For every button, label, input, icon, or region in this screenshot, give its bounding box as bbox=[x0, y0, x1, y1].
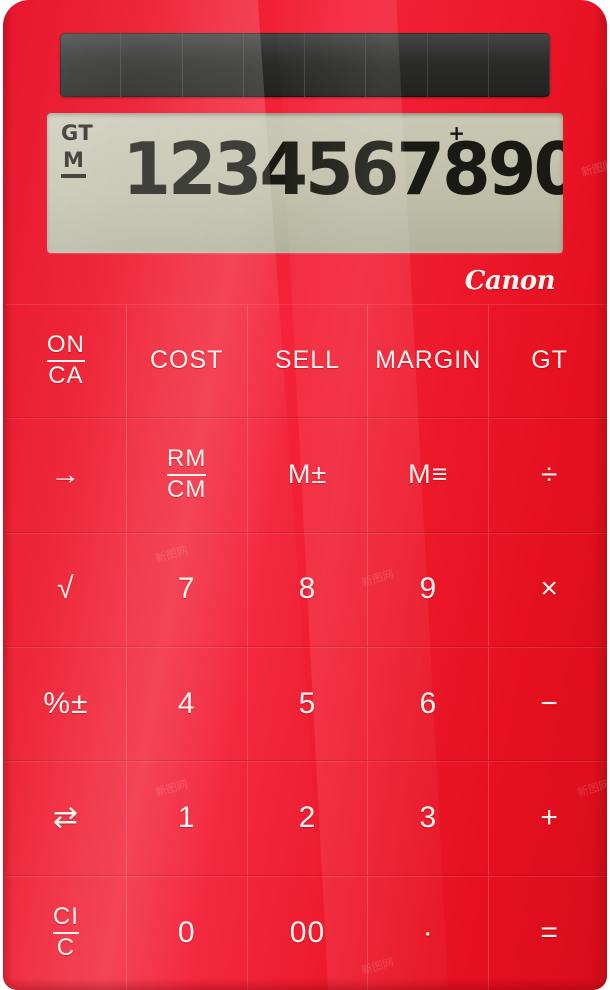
key-4[interactable]: 4 bbox=[126, 647, 248, 762]
key-1-label: 1 bbox=[177, 800, 196, 834]
key-ci-c[interactable]: CI C bbox=[6, 875, 127, 990]
key-sell-label: SELL bbox=[274, 346, 341, 375]
solar-cell bbox=[488, 33, 550, 97]
solar-panel bbox=[60, 33, 550, 97]
key-2-label: 2 bbox=[298, 800, 317, 834]
key-7-label: 7 bbox=[177, 572, 196, 606]
key-0-label: 0 bbox=[177, 915, 196, 949]
key-9[interactable]: 9 bbox=[368, 532, 490, 647]
solar-cell bbox=[427, 33, 489, 97]
calculator-device: GT M + 1234567890.12 Canon ONCA COST SEL… bbox=[0, 0, 610, 990]
calculator-body: GT M + 1234567890.12 Canon ONCA COST SEL… bbox=[3, 0, 607, 990]
key-ci-label: CI bbox=[52, 904, 79, 934]
body-edge-left bbox=[3, 0, 13, 990]
key-margin-label: MARGIN bbox=[375, 346, 482, 375]
key-cm-label: CM bbox=[167, 475, 207, 503]
key-multiply[interactable]: × bbox=[489, 532, 607, 647]
key-on-ca-top: ON bbox=[46, 332, 85, 362]
key-sell[interactable]: SELL bbox=[247, 304, 369, 419]
key-memory-plus-minus[interactable]: M± bbox=[247, 418, 369, 533]
key-8-label: 8 bbox=[298, 572, 317, 606]
key-equals[interactable]: = bbox=[489, 875, 607, 990]
body-edge-right bbox=[593, 0, 607, 990]
key-6-label: 6 bbox=[419, 686, 438, 720]
solar-cell bbox=[305, 33, 367, 97]
lcd-flag-memory: M bbox=[61, 149, 86, 178]
keypad: ON CA COST SELL MARGIN GT → RM CM M± M≡ ÷ … bbox=[6, 304, 607, 990]
key-right-arrow[interactable]: → bbox=[6, 418, 127, 533]
key-double-zero-label: 00 bbox=[289, 915, 326, 949]
body-edge-bottom bbox=[3, 978, 607, 990]
key-plus[interactable]: + bbox=[489, 761, 607, 876]
key-memory-recall[interactable]: M≡ bbox=[368, 418, 490, 533]
key-decimal-point[interactable]: · bbox=[368, 875, 490, 990]
key-memory-plus-minus-label: M± bbox=[287, 459, 328, 490]
key-memory-recall-label: M≡ bbox=[408, 459, 449, 490]
key-margin[interactable]: MARGIN bbox=[368, 304, 490, 419]
divide-icon: ÷ bbox=[540, 457, 559, 491]
key-percent-sign-change[interactable]: %± bbox=[6, 647, 127, 762]
key-3[interactable]: 3 bbox=[368, 761, 490, 876]
brand-logo: Canon bbox=[464, 266, 556, 296]
key-rm-label: RM bbox=[167, 446, 207, 476]
key-on-ca-bottom: CA bbox=[48, 361, 84, 389]
key-7[interactable]: 7 bbox=[126, 532, 248, 647]
plus-icon: + bbox=[540, 800, 559, 834]
key-gt[interactable]: GT bbox=[489, 304, 607, 419]
key-8[interactable]: 8 bbox=[247, 532, 369, 647]
key-minus[interactable]: − bbox=[489, 647, 607, 762]
key-1[interactable]: 1 bbox=[126, 761, 248, 876]
lcd-display: GT M + 1234567890.12 bbox=[47, 113, 563, 253]
key-5[interactable]: 5 bbox=[247, 647, 369, 762]
solar-panel-gloss bbox=[60, 33, 310, 97]
lcd-flag-gt: GT bbox=[61, 121, 94, 145]
exchange-icon: ⇄ bbox=[52, 801, 79, 835]
key-square-root[interactable]: √ bbox=[6, 532, 127, 647]
key-exchange[interactable]: ⇄ bbox=[6, 761, 127, 876]
key-2[interactable]: 2 bbox=[247, 761, 369, 876]
key-c-label: C bbox=[56, 933, 76, 961]
key-percent-sign-change-label: %± bbox=[43, 686, 89, 720]
key-cost[interactable]: COST bbox=[126, 304, 248, 419]
key-cost-label: COST bbox=[149, 346, 224, 375]
key-0[interactable]: 0 bbox=[126, 875, 248, 990]
minus-icon: − bbox=[540, 686, 559, 720]
key-5-label: 5 bbox=[298, 686, 317, 720]
right-arrow-icon: → bbox=[50, 457, 82, 491]
square-root-icon: √ bbox=[57, 572, 75, 606]
equals-icon: = bbox=[540, 915, 559, 949]
key-9-label: 9 bbox=[419, 572, 438, 606]
key-double-zero[interactable]: 00 bbox=[247, 875, 369, 990]
key-rm-cm[interactable]: RM CM bbox=[126, 418, 248, 533]
key-6[interactable]: 6 bbox=[368, 647, 490, 762]
lcd-indicators: GT M bbox=[61, 123, 111, 178]
key-gt-label: GT bbox=[531, 346, 568, 375]
multiply-icon: × bbox=[540, 572, 559, 606]
solar-cell bbox=[366, 33, 428, 97]
lcd-digits: 1234567890.12 bbox=[122, 127, 563, 211]
key-3-label: 3 bbox=[419, 800, 438, 834]
key-4-label: 4 bbox=[177, 686, 196, 720]
key-on-ca[interactable]: ON CA bbox=[6, 304, 127, 419]
key-divide[interactable]: ÷ bbox=[489, 418, 607, 533]
key-decimal-point-label: · bbox=[422, 915, 434, 949]
